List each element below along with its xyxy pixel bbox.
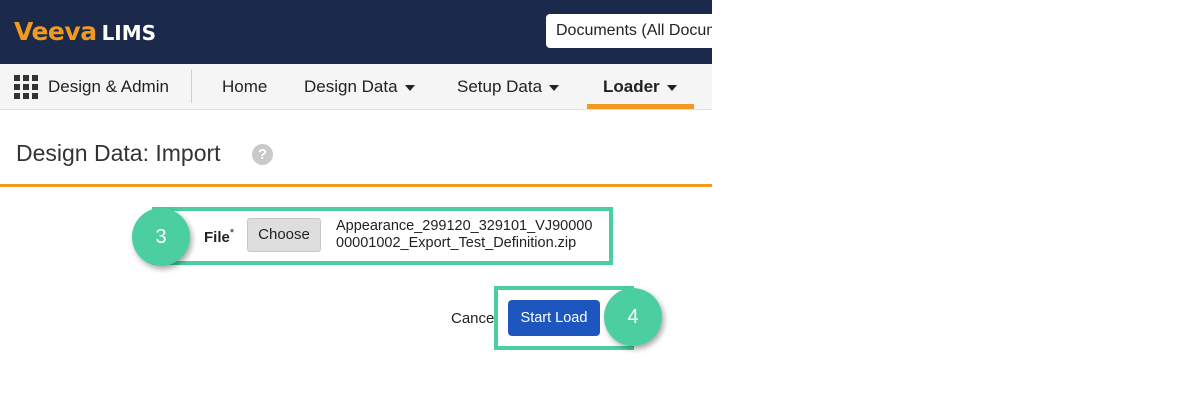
nav-item-label: Design Data (304, 77, 398, 96)
help-icon[interactable]: ? (252, 144, 273, 165)
start-load-button[interactable]: Start Load (508, 300, 600, 336)
step-badge-4: 4 (604, 288, 662, 346)
caret-down-icon (666, 84, 677, 91)
app-switcher[interactable]: Design & Admin (14, 64, 169, 109)
app-switcher-label: Design & Admin (48, 76, 169, 96)
object-selector[interactable]: Documents (All Documents) (546, 14, 712, 48)
caret-down-icon (404, 84, 415, 91)
step-badge-3: 3 (132, 208, 190, 266)
veeva-lims-logo[interactable]: Veeva LIMS (14, 17, 156, 47)
choose-file-button[interactable]: Choose (247, 218, 321, 252)
caret-down-icon (549, 84, 560, 91)
active-tab-indicator (587, 104, 694, 109)
nav-item-loader[interactable]: Loader (603, 64, 677, 109)
file-label-text: File (204, 229, 230, 246)
selected-file-name: Appearance_299120_329101_VJ9000000001002… (336, 218, 593, 251)
nav-item-design-data[interactable]: Design Data (304, 64, 415, 109)
app-window: Veeva LIMS Documents (All Documents) Des… (0, 0, 712, 396)
top-header: Veeva LIMS Documents (All Documents) (0, 0, 712, 64)
nav-bar: Design & Admin Home Design Data Setup Da… (0, 64, 712, 110)
app-grid-icon (14, 74, 38, 99)
nav-divider (191, 70, 192, 103)
required-marker: * (229, 227, 235, 239)
logo-brand: Veeva (14, 17, 97, 46)
page-title: Design Data: Import (16, 140, 221, 166)
nav-item-home[interactable]: Home (222, 64, 267, 109)
title-divider (0, 184, 712, 187)
nav-item-label: Loader (603, 77, 660, 96)
cancel-button[interactable]: Cancel (451, 310, 498, 327)
logo-product: LIMS (101, 21, 157, 45)
nav-item-label: Home (222, 77, 268, 96)
nav-item-label: Setup Data (457, 77, 543, 96)
nav-item-setup-data[interactable]: Setup Data (457, 64, 560, 109)
file-field-label: File* (204, 227, 234, 246)
